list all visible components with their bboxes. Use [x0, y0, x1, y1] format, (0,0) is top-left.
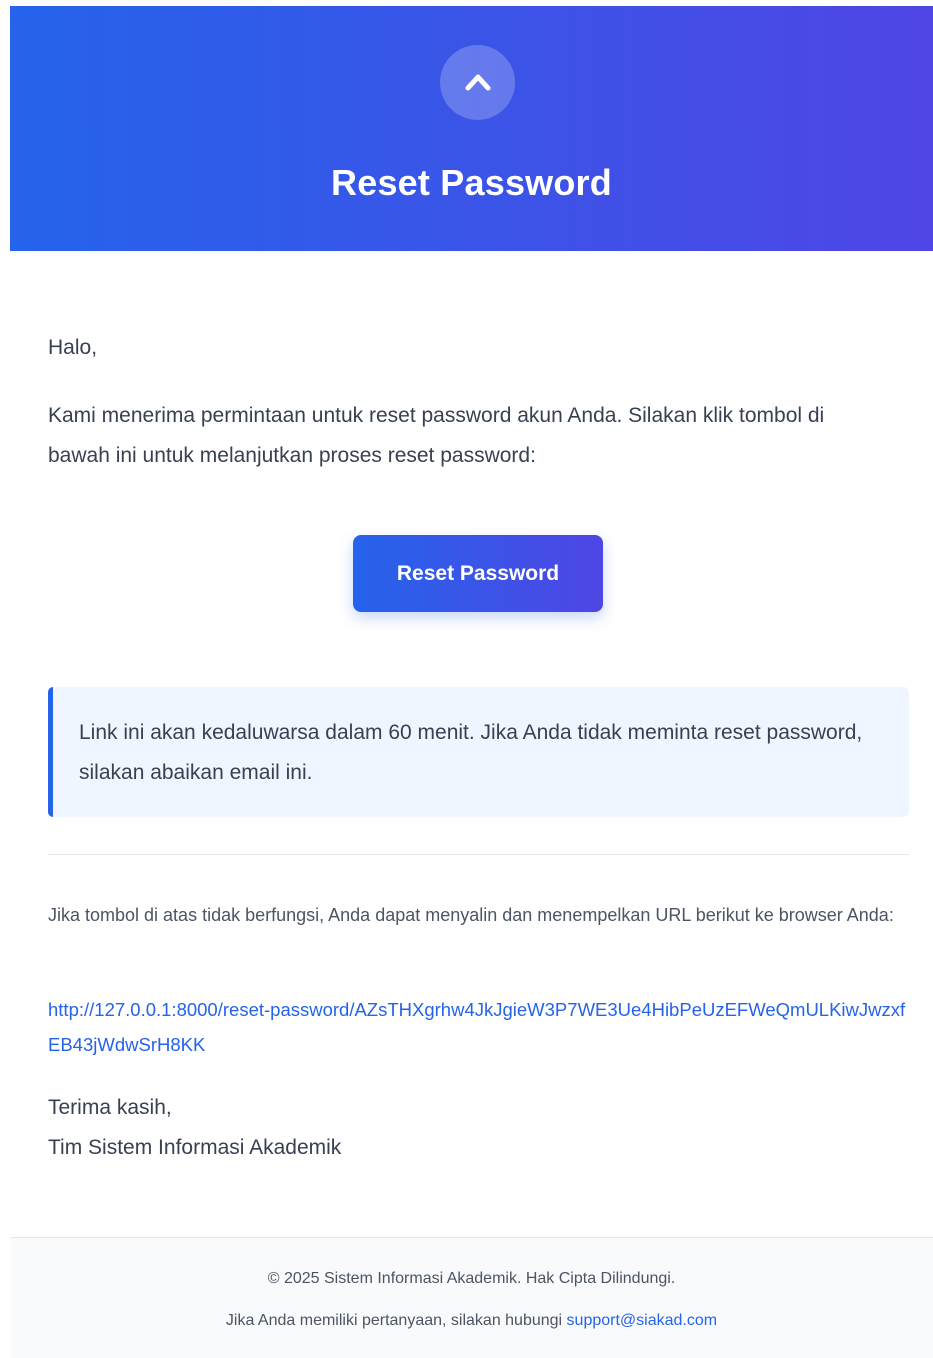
logo-badge [440, 45, 515, 120]
greeting-text: Halo, [48, 336, 98, 359]
header-title: Reset Password [331, 162, 612, 203]
contact-line: Jika Anda memiliki pertanyaan, silakan h… [10, 1312, 933, 1330]
fallback-instructions: Jika tombol di atas tidak berfungsi, And… [48, 905, 894, 925]
signoff-team: Tim Sistem Informasi Akademik [48, 1136, 342, 1159]
email-footer: © 2025 Sistem Informasi Akademik. Hak Ci… [10, 1237, 933, 1358]
email-header: Reset Password [10, 6, 933, 251]
contact-prefix: Jika Anda memiliki pertanyaan, silakan h… [225, 1312, 567, 1329]
expiry-notice: Link ini akan kedaluwarsa dalam 60 menit… [48, 687, 909, 817]
email-container: Reset Password Halo, Kami menerima permi… [10, 6, 933, 1358]
reset-password-button[interactable]: Reset Password [353, 535, 603, 612]
support-email-link[interactable]: support@siakad.com [567, 1312, 718, 1329]
intro-paragraph: Kami menerima permintaan untuk reset pas… [48, 404, 825, 467]
copyright-text: © 2025 Sistem Informasi Akademik. Hak Ci… [267, 1270, 676, 1287]
signoff-thanks: Terima kasih, [48, 1096, 172, 1119]
reset-url-link[interactable]: http://127.0.0.1:8000/reset-password/AZs… [48, 992, 909, 1062]
divider [48, 854, 909, 855]
chevron-up-icon [465, 74, 490, 90]
signoff: Terima kasih, Tim Sistem Informasi Akade… [48, 1088, 341, 1168]
